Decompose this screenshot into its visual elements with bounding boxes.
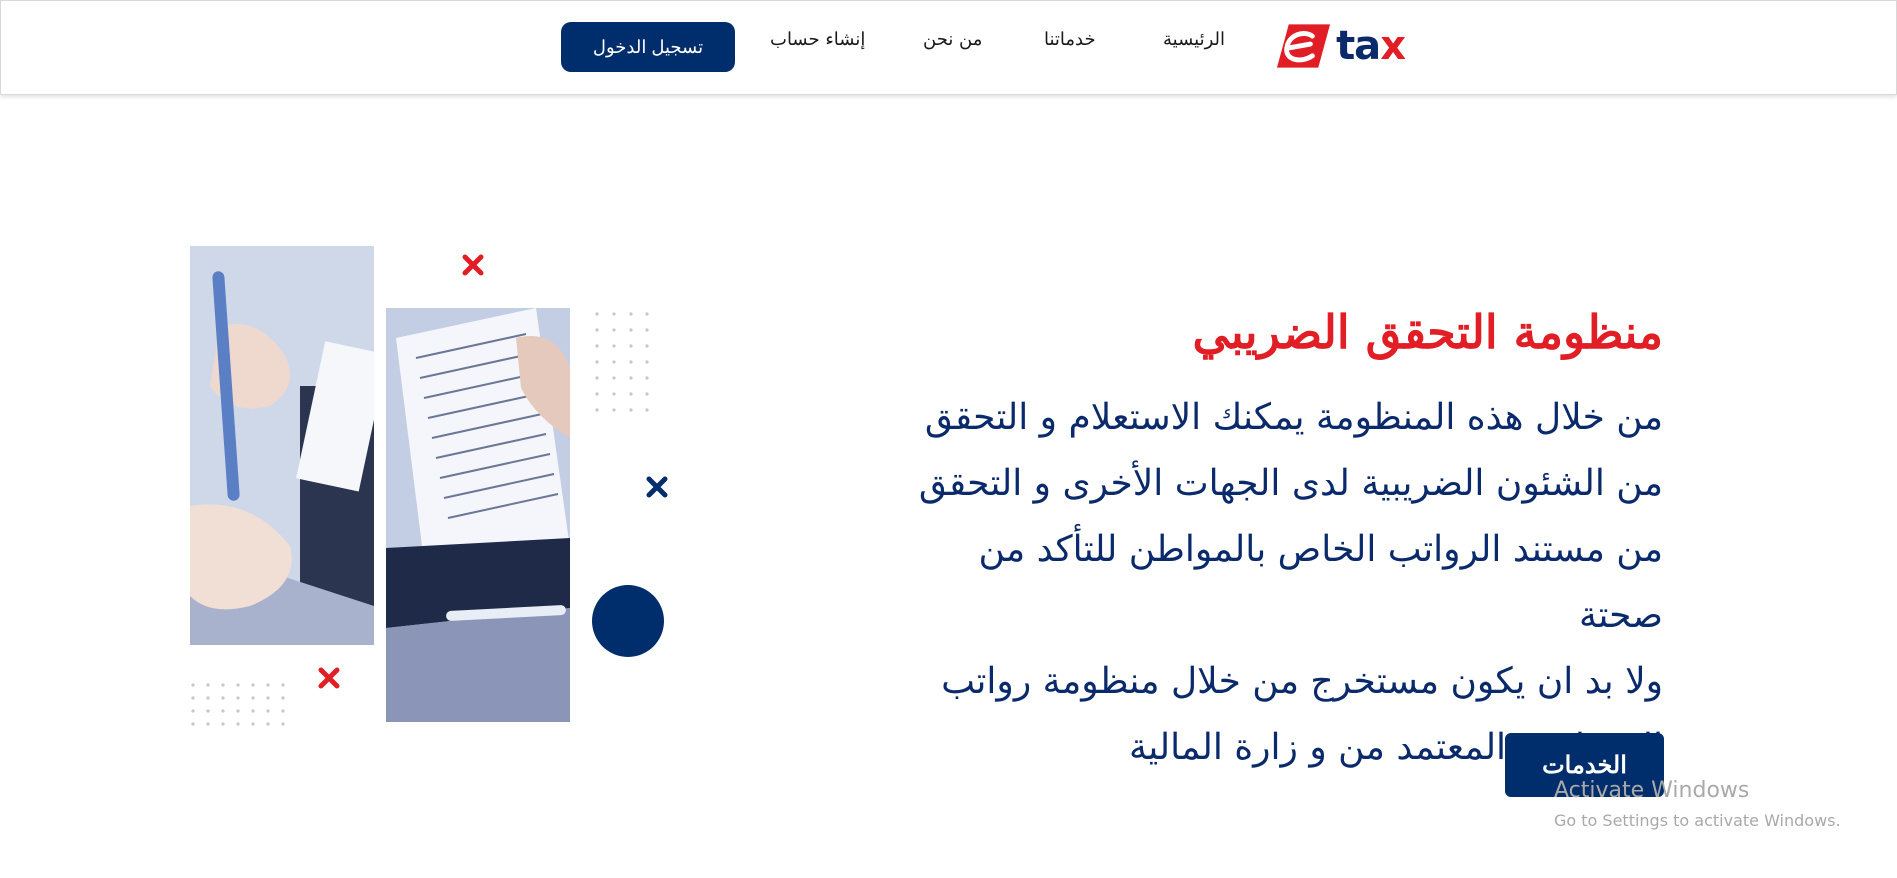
photo-document-review xyxy=(386,308,570,722)
photo-hands-pen xyxy=(190,246,374,645)
close-icon-navy xyxy=(646,476,668,498)
nav-about[interactable]: من نحن xyxy=(923,29,982,50)
hero-line: من الشئون الضريبية لدى الجهات الأخرى و ا… xyxy=(918,463,1663,504)
nav-home[interactable]: الرئيسية xyxy=(1163,29,1225,50)
circle-decoration xyxy=(592,585,664,657)
dots-decoration-bottom xyxy=(191,683,285,726)
logo-text: tax xyxy=(1336,23,1406,69)
hero-line: من خلال هذه المنظومة يمكنك الاستعلام و ا… xyxy=(924,397,1663,438)
hero-line: من مستند الرواتب الخاص بالمواطن للتأكد م… xyxy=(978,529,1663,636)
activate-windows-subtitle: Go to Settings to activate Windows. xyxy=(1554,811,1841,830)
close-icon-red-bottom xyxy=(318,667,340,689)
nav-services[interactable]: خدماتنا xyxy=(1044,29,1096,50)
top-navbar: tax الرئيسية خدماتنا من نحن إنشاء حساب ت… xyxy=(0,0,1897,95)
brand-logo[interactable]: tax xyxy=(1275,21,1406,71)
activate-windows-title: Activate Windows xyxy=(1554,778,1750,803)
hero-title: منظومة التحقق الضريبي xyxy=(1192,305,1663,359)
dots-decoration-top xyxy=(595,312,649,412)
hero-description: من خلال هذه المنظومة يمكنك الاستعلام و ا… xyxy=(903,385,1663,781)
close-icon-red-top xyxy=(462,254,484,276)
hero-line: ولا بد ان يكون مستخرج من خلال منظومة روا… xyxy=(941,661,1663,702)
e-logo-icon xyxy=(1276,24,1331,68)
login-button[interactable]: تسجيل الدخول xyxy=(561,22,735,72)
nav-register[interactable]: إنشاء حساب xyxy=(770,29,865,50)
